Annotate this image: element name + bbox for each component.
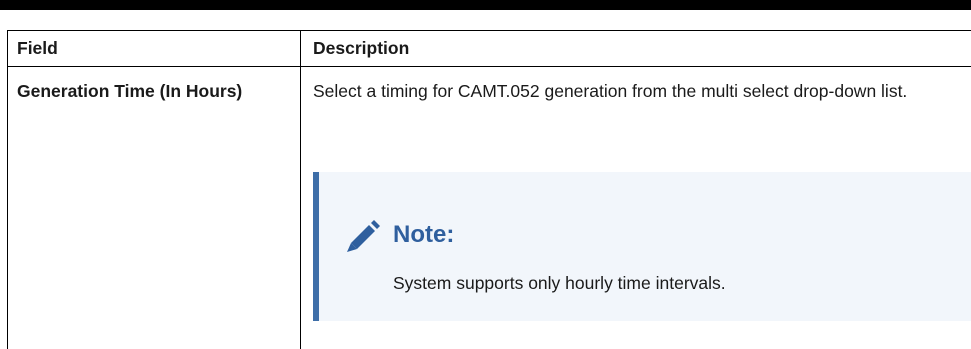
- pencil-icon: [343, 219, 383, 253]
- field-description: Select a timing for CAMT.052 generation …: [313, 81, 908, 101]
- field-name-generation-time: Generation Time (In Hours): [17, 81, 243, 101]
- note-accent-bar: [313, 172, 319, 321]
- table-header-bottom-border: [7, 66, 971, 67]
- top-rule: [0, 0, 971, 10]
- note-body: System supports only hourly time interva…: [393, 273, 726, 293]
- table-header-top-border: [7, 30, 971, 31]
- table-left-border: [7, 30, 8, 349]
- table-header-field: Field: [17, 38, 58, 58]
- table-column-divider: [300, 30, 301, 349]
- table-header-description: Description: [313, 38, 410, 58]
- note-title: Note:: [393, 221, 455, 248]
- note-box: Note: System supports only hourly time i…: [313, 172, 971, 321]
